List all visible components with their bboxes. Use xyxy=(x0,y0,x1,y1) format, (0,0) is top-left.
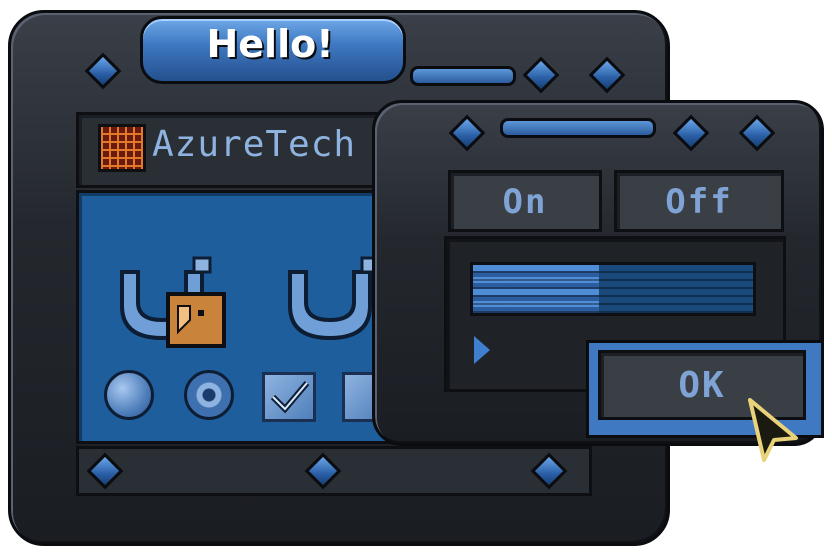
play-arrow-icon[interactable] xyxy=(474,336,490,364)
on-button[interactable]: On xyxy=(448,170,602,232)
mouse-cursor-icon xyxy=(744,396,804,466)
progress-bar xyxy=(470,262,756,316)
off-button[interactable]: Off xyxy=(614,170,784,232)
radio-button-selected-icon[interactable] xyxy=(184,370,234,420)
brand-name: AzureTech xyxy=(152,124,357,165)
checkbox-checked-icon[interactable] xyxy=(262,372,316,422)
radio-button-icon[interactable] xyxy=(104,370,154,420)
grid-logo-icon xyxy=(98,124,146,172)
minimize-icon[interactable] xyxy=(522,56,560,94)
front-title-bar[interactable] xyxy=(500,118,656,138)
magnet-lock-icon[interactable] xyxy=(116,250,228,350)
window-title: Hello! xyxy=(206,22,334,66)
title-bar-strip xyxy=(410,66,516,86)
maximize-icon[interactable] xyxy=(588,56,626,94)
